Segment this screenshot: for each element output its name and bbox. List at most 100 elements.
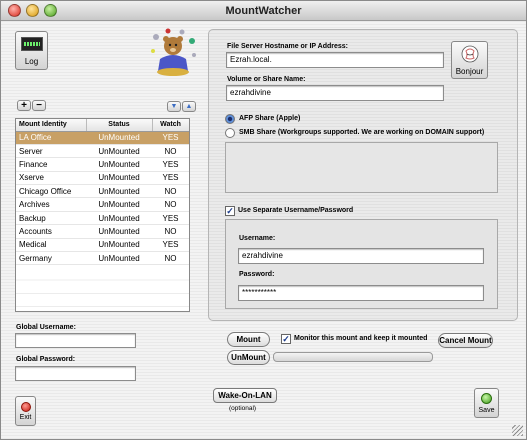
column-header-status[interactable]: Status <box>86 119 153 132</box>
cell-watch: YES <box>162 173 179 183</box>
wake-on-lan-button[interactable]: Wake-On-LAN <box>213 388 277 403</box>
cell-watch: YES <box>162 159 179 169</box>
cell-status: UnMounted <box>98 253 140 263</box>
global-password-label: Global Password: <box>16 356 76 363</box>
bonjour-button-label: Bonjour <box>455 67 484 76</box>
save-button-label: Save <box>478 407 495 414</box>
title-bar: MountWatcher <box>1 1 526 21</box>
app-mascot-logo <box>151 28 196 76</box>
arrow-up-icon: ▲ <box>185 103 193 110</box>
log-icon <box>21 37 43 51</box>
cell-identity: Xserve <box>19 173 44 183</box>
resize-grip[interactable] <box>512 425 523 436</box>
mount-button[interactable]: Mount <box>227 332 270 347</box>
cell-watch: YES <box>152 131 189 145</box>
afp-radio[interactable] <box>225 114 235 124</box>
global-username-label: Global Username: <box>16 324 76 331</box>
remove-mount-button[interactable]: − <box>32 100 46 111</box>
global-password-field[interactable] <box>15 366 136 381</box>
cell-identity: Finance <box>19 159 48 169</box>
monitor-checkbox[interactable]: ✓ <box>281 334 291 344</box>
arrow-down-icon: ▼ <box>170 103 178 110</box>
save-button[interactable]: Save <box>474 388 499 418</box>
cancel-mount-button[interactable]: Cancel Mount <box>438 333 493 348</box>
cell-watch: NO <box>164 186 177 196</box>
main-window: MountWatcher Log + − ▼ ▲ Mount Identity … <box>0 0 527 440</box>
mount-table: Mount Identity Status Watch LA Office UnM… <box>16 119 189 265</box>
global-username-field[interactable] <box>15 333 136 348</box>
log-button[interactable]: Log <box>15 31 48 70</box>
cell-status: UnMounted <box>98 146 140 156</box>
table-row[interactable]: Accounts UnMounted NO <box>16 225 189 239</box>
cell-watch: YES <box>162 240 179 250</box>
cell-watch: NO <box>164 200 177 210</box>
cell-watch: NO <box>164 226 177 236</box>
mount-progress-bar <box>273 352 433 362</box>
cell-status: UnMounted <box>98 200 140 210</box>
table-row[interactable]: LA Office UnMounted YES <box>16 131 189 145</box>
smb-radio-label: SMB Share (Workgroups supported. We are … <box>239 129 485 136</box>
password-field[interactable]: *********** <box>238 285 484 301</box>
hostname-label: File Server Hostname or IP Address: <box>227 43 348 50</box>
cell-identity: LA Office <box>16 131 86 145</box>
table-row[interactable]: Chicago Office UnMounted NO <box>16 185 189 198</box>
exit-button-label: Exit <box>19 414 32 421</box>
minus-icon: − <box>36 100 42 111</box>
bonjour-button[interactable]: Bonjour <box>451 41 488 79</box>
unmount-button[interactable]: UnMount <box>227 350 270 365</box>
plus-icon: + <box>21 100 27 111</box>
move-down-button[interactable]: ▼ <box>167 101 181 112</box>
table-row[interactable]: Medical UnMounted YES <box>16 238 189 252</box>
log-button-label: Log <box>24 57 39 66</box>
volume-label: Volume or Share Name: <box>227 76 306 83</box>
smb-options-box <box>225 142 498 193</box>
mount-list[interactable]: Mount Identity Status Watch LA Office UnM… <box>15 118 190 312</box>
bonjour-icon <box>461 45 479 63</box>
cell-watch: NO <box>164 146 177 156</box>
table-row[interactable]: Germany UnMounted NO <box>16 252 189 265</box>
cell-identity: Accounts <box>19 226 52 236</box>
cell-identity: Archives <box>19 200 50 210</box>
username-field[interactable]: ezrahdivine <box>238 248 484 264</box>
table-header: Mount Identity Status Watch <box>16 119 189 132</box>
column-header-identity[interactable]: Mount Identity <box>16 119 87 132</box>
exit-icon <box>21 402 31 412</box>
window-title: MountWatcher <box>225 5 302 17</box>
cell-identity: Germany <box>19 253 52 263</box>
cell-status: UnMounted <box>98 186 140 196</box>
cell-status: UnMounted <box>98 173 140 183</box>
monitor-label: Monitor this mount and keep it mounted <box>294 335 428 342</box>
table-row[interactable]: Xserve UnMounted YES <box>16 171 189 185</box>
afp-radio-label: AFP Share (Apple) <box>239 115 301 122</box>
save-icon <box>481 393 492 404</box>
username-label: Username: <box>239 235 276 242</box>
cell-status: UnMounted <box>98 226 140 236</box>
cell-status: UnMounted <box>98 213 140 223</box>
cell-watch: YES <box>162 213 179 223</box>
separate-credentials-label: Use Separate Username/Password <box>238 207 354 214</box>
smb-radio[interactable] <box>225 128 235 138</box>
table-row[interactable]: Finance UnMounted YES <box>16 158 189 172</box>
column-header-watch[interactable]: Watch <box>152 119 189 132</box>
cell-watch: NO <box>164 253 177 263</box>
cell-identity: Backup <box>19 213 46 223</box>
wake-on-lan-optional-label: (optional) <box>229 405 257 412</box>
empty-rows <box>16 267 189 311</box>
volume-field[interactable]: ezrahdivine <box>226 85 444 101</box>
move-up-button[interactable]: ▲ <box>182 101 196 112</box>
cell-status: UnMounted <box>86 131 152 145</box>
mount-table-body: LA Office UnMounted YES Server UnMounted NO Fi… <box>16 131 189 265</box>
table-row[interactable]: Server UnMounted NO <box>16 144 189 158</box>
exit-button[interactable]: Exit <box>15 396 36 426</box>
table-row[interactable]: Archives UnMounted NO <box>16 198 189 212</box>
password-label: Password: <box>239 271 275 278</box>
table-row[interactable]: Backup UnMounted YES <box>16 211 189 225</box>
cell-status: UnMounted <box>98 240 140 250</box>
separate-credentials-checkbox[interactable]: ✓ <box>225 206 235 216</box>
cell-status: UnMounted <box>98 159 140 169</box>
cell-identity: Server <box>19 146 43 156</box>
cell-identity: Chicago Office <box>19 186 72 196</box>
hostname-field[interactable]: Ezrah.local. <box>226 52 444 68</box>
cell-identity: Medical <box>19 240 47 250</box>
add-mount-button[interactable]: + <box>17 100 31 111</box>
